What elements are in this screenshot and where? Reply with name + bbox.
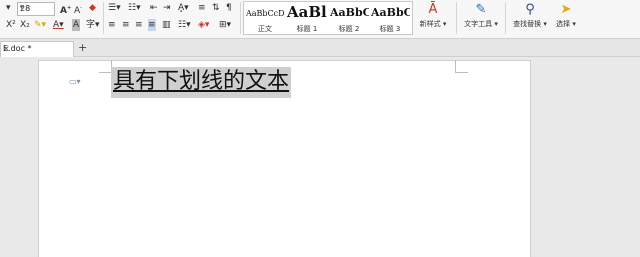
style-heading-1[interactable]: AaBl 标题 1 bbox=[286, 3, 328, 33]
decrease-indent-icon[interactable]: ⇤ bbox=[150, 2, 158, 14]
ribbon: ▾ 28 ▾ A+ A- ◆ ☰▾ ☷▾ ⇤ ⇥ A͓▾ ≡ ⇅ ¶ X² X₂… bbox=[0, 0, 640, 39]
document-text[interactable]: 具有下划线的文本 bbox=[113, 69, 289, 94]
select-button[interactable]: ➤ 选择 ▾ bbox=[553, 1, 579, 35]
new-tab-icon[interactable]: + bbox=[78, 41, 87, 54]
selected-text-highlight: 具有下划线的文本 bbox=[111, 67, 292, 98]
show-marks-icon[interactable]: ¶ bbox=[226, 2, 232, 14]
style-heading-2[interactable]: AaBbC 标题 2 bbox=[329, 3, 369, 33]
separator bbox=[103, 2, 104, 34]
align-center-icon[interactable]: ≡ bbox=[122, 19, 130, 31]
new-style-button[interactable]: Ā 新样式 ▾ bbox=[414, 1, 452, 35]
page-corner-mark-right bbox=[455, 60, 468, 73]
select-label: 选择 ▾ bbox=[556, 20, 576, 28]
style-normal-label: 正文 bbox=[258, 25, 272, 33]
align-left-icon[interactable]: ≡ bbox=[108, 19, 116, 31]
styles-gallery: AaBbCcDd 正文 AaBl 标题 1 AaBbC 标题 2 AaBbC 标… bbox=[243, 1, 413, 35]
style-normal[interactable]: AaBbCcDd 正文 bbox=[245, 3, 285, 33]
bullets-icon[interactable]: ☰▾ bbox=[108, 2, 121, 14]
font-size-dropdown-icon[interactable]: ▾ bbox=[20, 4, 52, 11]
new-style-icon: Ā bbox=[428, 2, 438, 17]
align-right-icon[interactable]: ≡ bbox=[135, 19, 143, 31]
superscript-icon[interactable]: X² bbox=[6, 19, 16, 31]
font-name-dropdown-arrow-icon[interactable]: ▾ bbox=[6, 2, 11, 14]
font-size-field[interactable]: 28 ▾ bbox=[17, 2, 55, 16]
text-tools-button[interactable]: ✎ 文字工具 ▾ bbox=[460, 1, 502, 35]
separator bbox=[240, 2, 241, 34]
distributed-icon[interactable]: ▥ bbox=[162, 19, 171, 31]
columns-icon[interactable]: ☷▾ bbox=[178, 19, 191, 31]
style-heading-2-preview: AaBbC bbox=[330, 6, 369, 19]
sort-icon[interactable]: ⇅ bbox=[212, 2, 220, 14]
new-style-label: 新样式 ▾ bbox=[419, 20, 447, 28]
increase-indent-icon[interactable]: ⇥ bbox=[163, 2, 171, 14]
line-spacing-icon[interactable]: ≡ bbox=[198, 2, 206, 14]
borders-icon[interactable]: ⊞▾ bbox=[219, 19, 231, 31]
close-tab-icon[interactable]: × bbox=[3, 44, 69, 53]
phonetic-guide-icon[interactable]: 字▾ bbox=[86, 19, 100, 31]
text-tools-label: 文字工具 ▾ bbox=[464, 20, 498, 28]
char-shading-icon[interactable]: A bbox=[72, 19, 81, 31]
grow-font-icon[interactable]: A+ bbox=[60, 2, 71, 17]
subscript-icon[interactable]: X₂ bbox=[20, 19, 30, 31]
style-heading-1-preview: AaBl bbox=[287, 3, 327, 21]
text-direction-icon[interactable]: A͓▾ bbox=[178, 2, 189, 14]
style-heading-3[interactable]: AaBbC 标题 3 bbox=[370, 3, 410, 33]
style-heading-3-label: 标题 3 bbox=[379, 25, 401, 33]
separator bbox=[505, 2, 506, 34]
shading-icon[interactable]: ◈▾ bbox=[198, 19, 209, 31]
highlighter-icon[interactable]: ✎▾ bbox=[34, 19, 46, 31]
justify-icon[interactable]: ≡ bbox=[148, 19, 156, 31]
document-tab[interactable]: E.doc * × bbox=[0, 41, 74, 57]
shrink-font-icon[interactable]: A- bbox=[74, 2, 82, 17]
text-tools-icon: ✎ bbox=[475, 2, 487, 17]
find-replace-label: 查找替换 ▾ bbox=[513, 20, 547, 28]
find-replace-button[interactable]: ⚲ 查找替换 ▾ bbox=[509, 1, 551, 35]
binoculars-icon: ⚲ bbox=[525, 2, 535, 17]
cursor-icon: ➤ bbox=[560, 2, 572, 17]
style-heading-2-label: 标题 2 bbox=[338, 25, 360, 33]
font-color-icon[interactable]: A▾ bbox=[53, 19, 64, 31]
clear-format-icon[interactable]: ◆ bbox=[89, 2, 96, 14]
separator bbox=[456, 2, 457, 34]
style-normal-preview: AaBbCcDd bbox=[246, 9, 285, 18]
style-heading-3-preview: AaBbC bbox=[371, 6, 410, 19]
paragraph-marker-icon[interactable]: ▭▾ bbox=[69, 77, 81, 86]
style-heading-1-label: 标题 1 bbox=[296, 25, 318, 33]
document-tab-bar: E.doc * × + bbox=[0, 39, 640, 57]
numbering-icon[interactable]: ☷▾ bbox=[128, 2, 141, 14]
